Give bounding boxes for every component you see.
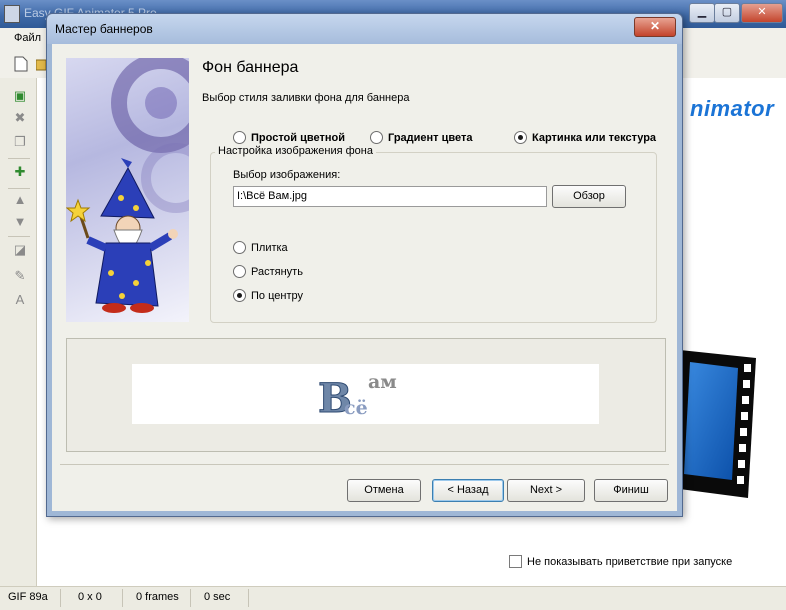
- dialog-body: Фон баннера Выбор стиля заливки фона для…: [52, 44, 677, 511]
- maximize-button[interactable]: ▢: [714, 3, 740, 23]
- radio-stretch-label: Растянуть: [251, 265, 303, 278]
- banner-preview: В ам сё: [66, 338, 666, 452]
- page-title: Фон баннера: [202, 59, 299, 76]
- radio-center-label: По центру: [251, 289, 303, 302]
- brand-logo: nimator: [690, 96, 775, 121]
- finish-button[interactable]: Финиш: [594, 479, 668, 502]
- next-button[interactable]: Next >: [507, 479, 585, 502]
- status-size: 0 x 0: [78, 591, 102, 603]
- radio-solid-color-label: Простой цветной: [251, 131, 345, 144]
- radio-tile-label: Плитка: [251, 241, 288, 254]
- app-icon: [4, 5, 20, 23]
- insert-frame-icon[interactable]: ✚: [12, 164, 28, 180]
- radio-picture-texture-label: Картинка или текстура: [532, 131, 657, 144]
- banner-bottom-text: сё: [344, 397, 368, 419]
- dialog-title: Мастер баннеров: [55, 22, 153, 36]
- copy-frame-icon[interactable]: ❐: [12, 134, 28, 150]
- radio-stretch-dot[interactable]: [233, 265, 246, 278]
- no-startup-label: Не показывать приветствие при запуске: [527, 555, 733, 568]
- radio-solid-color-dot[interactable]: [233, 131, 246, 144]
- no-startup-checkbox[interactable]: [509, 555, 522, 568]
- status-frames: 0 frames: [136, 591, 179, 603]
- move-down-icon[interactable]: ▼: [12, 214, 28, 230]
- radio-picture-texture-dot[interactable]: [514, 131, 527, 144]
- dialog-titlebar: Мастер баннеров ✕: [47, 14, 682, 44]
- open-folder-icon[interactable]: [36, 56, 46, 72]
- wizard-icon: [66, 58, 189, 313]
- banner-graphic: В ам сё: [318, 371, 397, 423]
- radio-gradient-dot[interactable]: [370, 131, 383, 144]
- image-select-label: Выбор изображения:: [233, 169, 341, 181]
- radio-center[interactable]: По центру: [233, 289, 303, 302]
- dialog-divider: [60, 464, 669, 465]
- radio-tile[interactable]: Плитка: [233, 241, 288, 254]
- banner-wizard-dialog: Мастер баннеров ✕ Фон баннера Выбор стил…: [46, 13, 683, 517]
- delete-frame-icon[interactable]: ✖: [12, 110, 28, 126]
- statusbar: GIF 89a 0 x 0 0 frames 0 sec: [0, 586, 786, 610]
- radio-gradient-label: Градиент цвета: [388, 131, 473, 144]
- no-startup-checkbox-row[interactable]: Не показывать приветствие при запуске: [509, 555, 732, 568]
- radio-tile-dot[interactable]: [233, 241, 246, 254]
- page-subtitle: Выбор стиля заливки фона для баннера: [202, 92, 410, 104]
- radio-gradient[interactable]: Градиент цвета: [370, 131, 472, 144]
- dialog-close-button[interactable]: ✕: [634, 17, 676, 37]
- radio-solid-color[interactable]: Простой цветной: [233, 131, 345, 144]
- browse-button[interactable]: Обзор: [552, 185, 626, 208]
- text-icon[interactable]: A: [12, 292, 28, 308]
- image-path-input[interactable]: I:\Всё Вам.jpg: [233, 186, 547, 207]
- cancel-button[interactable]: Отмена: [347, 479, 421, 502]
- wizard-illustration: [66, 58, 189, 322]
- left-toolbar: ▣ ✖ ❐ ✚ ▲ ▼ ◪ ✎ A: [0, 78, 37, 586]
- banner-top-text: ам: [368, 371, 397, 393]
- back-button[interactable]: < Назад: [432, 479, 504, 502]
- radio-stretch[interactable]: Растянуть: [233, 265, 303, 278]
- group-label: Настройка изображения фона: [215, 145, 376, 157]
- minimize-button[interactable]: ▁: [689, 3, 715, 23]
- radio-center-dot[interactable]: [233, 289, 246, 302]
- banner-preview-image: В ам сё: [132, 364, 599, 424]
- add-frame-icon[interactable]: ▣: [12, 88, 28, 104]
- resize-icon[interactable]: ◪: [12, 242, 28, 258]
- radio-picture-texture[interactable]: Картинка или текстура: [514, 131, 656, 144]
- new-file-icon[interactable]: [14, 56, 28, 72]
- status-format: GIF 89a: [8, 591, 48, 603]
- wand-icon[interactable]: ✎: [12, 268, 28, 284]
- move-up-icon[interactable]: ▲: [12, 192, 28, 208]
- status-duration: 0 sec: [204, 591, 231, 603]
- app-close-button[interactable]: ✕: [741, 3, 783, 23]
- menu-file[interactable]: Файл: [14, 32, 41, 44]
